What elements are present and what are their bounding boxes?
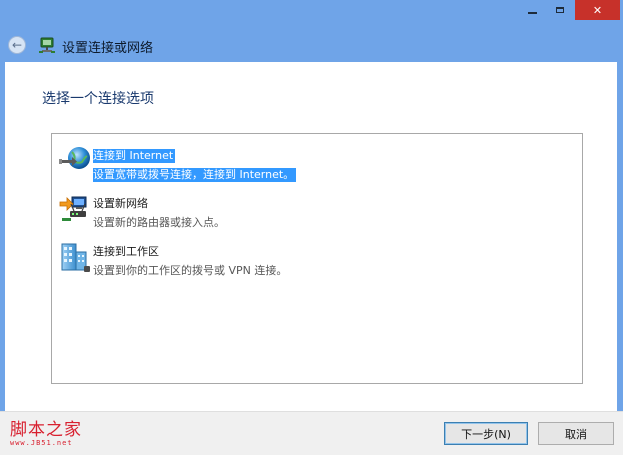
option-text: 连接到 Internet 设置宽带或拨号连接，连接到 Internet。: [93, 144, 297, 182]
site-watermark: 脚本之家 www.JB51.net: [10, 415, 82, 447]
network-setup-icon: [39, 37, 55, 53]
close-icon: ✕: [592, 3, 603, 17]
new-network-icon: [59, 196, 87, 221]
minimize-button[interactable]: [518, 0, 546, 20]
minimize-icon: [527, 12, 537, 14]
option-description: 设置到你的工作区的拨号或 VPN 连接。: [93, 264, 288, 277]
option-text: 连接到工作区 设置到你的工作区的拨号或 VPN 连接。: [93, 240, 287, 278]
option-title: 连接到工作区: [93, 245, 159, 258]
option-new-network[interactable]: 设置新网络 设置新的路由器或接入点。: [58, 192, 578, 229]
maximize-button[interactable]: [546, 0, 574, 20]
watermark-url: www.JB51.net: [10, 439, 73, 447]
connection-options-list[interactable]: 连接到 Internet 设置宽带或拨号连接，连接到 Internet。 设置新…: [51, 133, 583, 384]
option-description: 设置新的路由器或接入点。: [93, 216, 225, 229]
close-button[interactable]: ✕: [575, 0, 620, 20]
window-title: 设置连接或网络: [62, 41, 154, 56]
window-titlebar: ✕: [0, 0, 623, 30]
maximize-icon: [556, 7, 564, 13]
option-connect-internet[interactable]: 连接到 Internet 设置宽带或拨号连接，连接到 Internet。: [58, 144, 578, 182]
option-text: 设置新网络 设置新的路由器或接入点。: [93, 192, 225, 230]
back-button[interactable]: ←: [8, 36, 26, 54]
wizard-footer: 脚本之家 www.JB51.net 下一步(N) 取消: [0, 411, 623, 455]
option-description: 设置宽带或拨号连接，连接到 Internet。: [93, 168, 297, 182]
option-title: 设置新网络: [93, 197, 148, 210]
next-button[interactable]: 下一步(N): [444, 422, 528, 445]
cancel-button[interactable]: 取消: [538, 422, 614, 445]
option-title: 连接到 Internet: [93, 149, 176, 163]
page-heading: 选择一个连接选项: [42, 91, 154, 107]
option-connect-workplace[interactable]: 连接到工作区 设置到你的工作区的拨号或 VPN 连接。: [58, 240, 578, 277]
globe-network-icon: [59, 147, 90, 169]
workplace-icon: [61, 243, 90, 272]
wizard-content: 选择一个连接选项 连接到 Internet 设置宽带或拨号连接，连接到 Inte…: [5, 62, 617, 411]
nav-bar: ← 设置连接或网络: [0, 30, 623, 62]
back-arrow-icon: ←: [11, 38, 23, 52]
watermark-text: 脚本之家: [10, 420, 82, 440]
